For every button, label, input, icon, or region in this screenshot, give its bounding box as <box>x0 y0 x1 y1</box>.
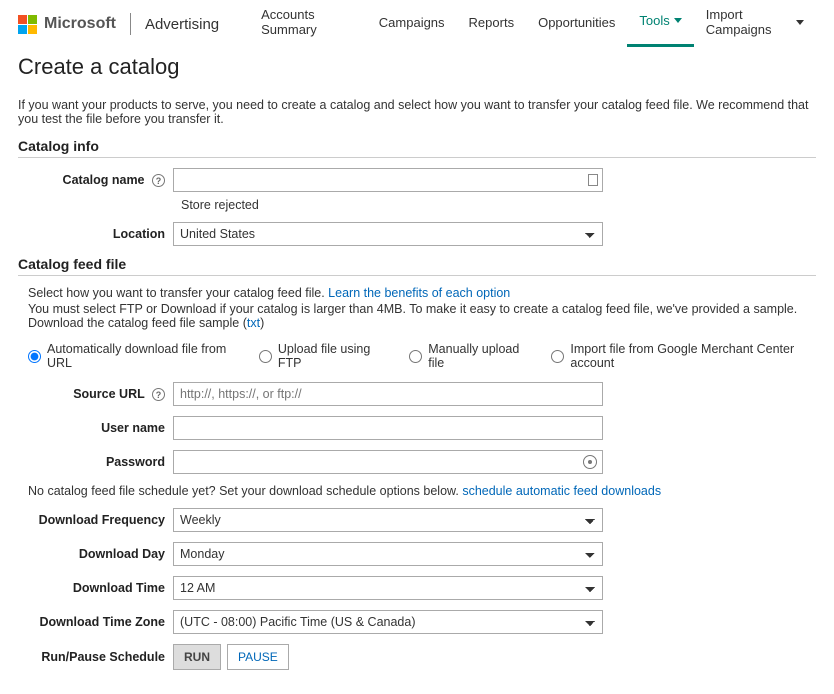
global-header: Microsoft Advertising Accounts Summary C… <box>0 0 834 40</box>
day-select[interactable]: Monday <box>173 542 603 566</box>
row-frequency: Download Frequency Weekly <box>18 508 816 532</box>
feed-intro-2: You must select FTP or Download if your … <box>28 302 816 330</box>
catalog-name-label: Catalog name ? <box>18 173 173 188</box>
nav-accounts-summary[interactable]: Accounts Summary <box>249 1 367 47</box>
text: You must select FTP or Download if your … <box>28 302 797 330</box>
radio-manual[interactable]: Manually upload file <box>409 342 527 370</box>
sample-txt-link[interactable]: txt <box>247 316 260 330</box>
nav-label: Import Campaigns <box>706 7 792 37</box>
frequency-select[interactable]: Weekly <box>173 508 603 532</box>
nav-label: Campaigns <box>379 15 445 30</box>
time-select[interactable]: 12 AM <box>173 576 603 600</box>
source-url-input[interactable] <box>173 382 603 406</box>
password-input[interactable] <box>173 450 603 474</box>
nav-reports[interactable]: Reports <box>457 1 527 47</box>
section-feed-heading: Catalog feed file <box>18 256 816 276</box>
radio-input[interactable] <box>551 350 564 363</box>
store-status: Store rejected <box>181 198 816 212</box>
runpause-toggle: RUN PAUSE <box>173 644 603 670</box>
row-day: Download Day Monday <box>18 542 816 566</box>
source-url-label: Source URL ? <box>18 387 173 402</box>
page-intro: If you want your products to serve, you … <box>18 98 816 126</box>
radio-google[interactable]: Import file from Google Merchant Center … <box>551 342 816 370</box>
nav-import-campaigns[interactable]: Import Campaigns <box>694 1 816 47</box>
pause-button[interactable]: PAUSE <box>227 644 289 670</box>
row-location: Location United States <box>18 222 816 246</box>
row-runpause: Run/Pause Schedule RUN PAUSE <box>18 644 816 670</box>
timezone-label: Download Time Zone <box>18 615 173 629</box>
radio-label: Manually upload file <box>428 342 527 370</box>
row-timezone: Download Time Zone (UTC - 08:00) Pacific… <box>18 610 816 634</box>
day-label: Download Day <box>18 547 173 561</box>
label-text: Source URL <box>73 387 144 401</box>
row-source-url: Source URL ? <box>18 382 816 406</box>
username-label: User name <box>18 421 173 435</box>
radio-input[interactable] <box>259 350 272 363</box>
runpause-label: Run/Pause Schedule <box>18 650 173 664</box>
primary-nav: Accounts Summary Campaigns Reports Oppor… <box>249 1 816 47</box>
schedule-note: No catalog feed file schedule yet? Set y… <box>28 484 816 498</box>
location-select[interactable]: United States <box>173 222 603 246</box>
password-label: Password <box>18 455 173 469</box>
text: ) <box>260 316 264 330</box>
nav-label: Reports <box>469 15 515 30</box>
text: Select how you want to transfer your cat… <box>28 286 328 300</box>
radio-ftp[interactable]: Upload file using FTP <box>259 342 385 370</box>
nav-label: Opportunities <box>538 15 615 30</box>
input-end-icon <box>588 174 598 186</box>
nav-opportunities[interactable]: Opportunities <box>526 1 627 47</box>
reveal-password-icon[interactable] <box>583 455 597 469</box>
radio-auto-download[interactable]: Automatically download file from URL <box>28 342 235 370</box>
row-catalog-name: Catalog name ? <box>18 168 816 192</box>
radio-input[interactable] <box>28 350 41 363</box>
text: No catalog feed file schedule yet? Set y… <box>28 484 462 498</box>
time-label: Download Time <box>18 581 173 595</box>
transfer-method-radios: Automatically download file from URL Upl… <box>28 342 816 370</box>
product-name: Advertising <box>145 16 219 33</box>
radio-label: Import file from Google Merchant Center … <box>570 342 816 370</box>
frequency-label: Download Frequency <box>18 513 173 527</box>
timezone-select[interactable]: (UTC - 08:00) Pacific Time (US & Canada) <box>173 610 603 634</box>
nav-label: Accounts Summary <box>261 7 355 37</box>
divider <box>130 13 131 35</box>
chevron-down-icon <box>796 20 804 25</box>
schedule-link[interactable]: schedule automatic feed downloads <box>462 484 661 498</box>
row-password: Password <box>18 450 816 474</box>
row-username: User name <box>18 416 816 440</box>
nav-label: Tools <box>639 13 669 28</box>
learn-benefits-link[interactable]: Learn the benefits of each option <box>328 286 510 300</box>
feed-intro-1: Select how you want to transfer your cat… <box>28 286 816 300</box>
row-time: Download Time 12 AM <box>18 576 816 600</box>
run-button[interactable]: RUN <box>173 644 221 670</box>
section-catalog-info-heading: Catalog info <box>18 138 816 158</box>
nav-campaigns[interactable]: Campaigns <box>367 1 457 47</box>
radio-input[interactable] <box>409 350 422 363</box>
brand-name: Microsoft <box>44 15 116 33</box>
label-text: Catalog name <box>63 173 145 187</box>
location-label: Location <box>18 227 173 241</box>
username-input[interactable] <box>173 416 603 440</box>
radio-label: Upload file using FTP <box>278 342 385 370</box>
help-icon[interactable]: ? <box>152 388 165 401</box>
help-icon[interactable]: ? <box>152 174 165 187</box>
page-title: Create a catalog <box>18 54 816 80</box>
radio-label: Automatically download file from URL <box>47 342 235 370</box>
chevron-down-icon <box>674 18 682 23</box>
nav-tools[interactable]: Tools <box>627 1 693 47</box>
page-body: Create a catalog If you want your produc… <box>0 40 834 694</box>
catalog-name-input[interactable] <box>173 168 603 192</box>
microsoft-logo-icon <box>18 15 37 34</box>
